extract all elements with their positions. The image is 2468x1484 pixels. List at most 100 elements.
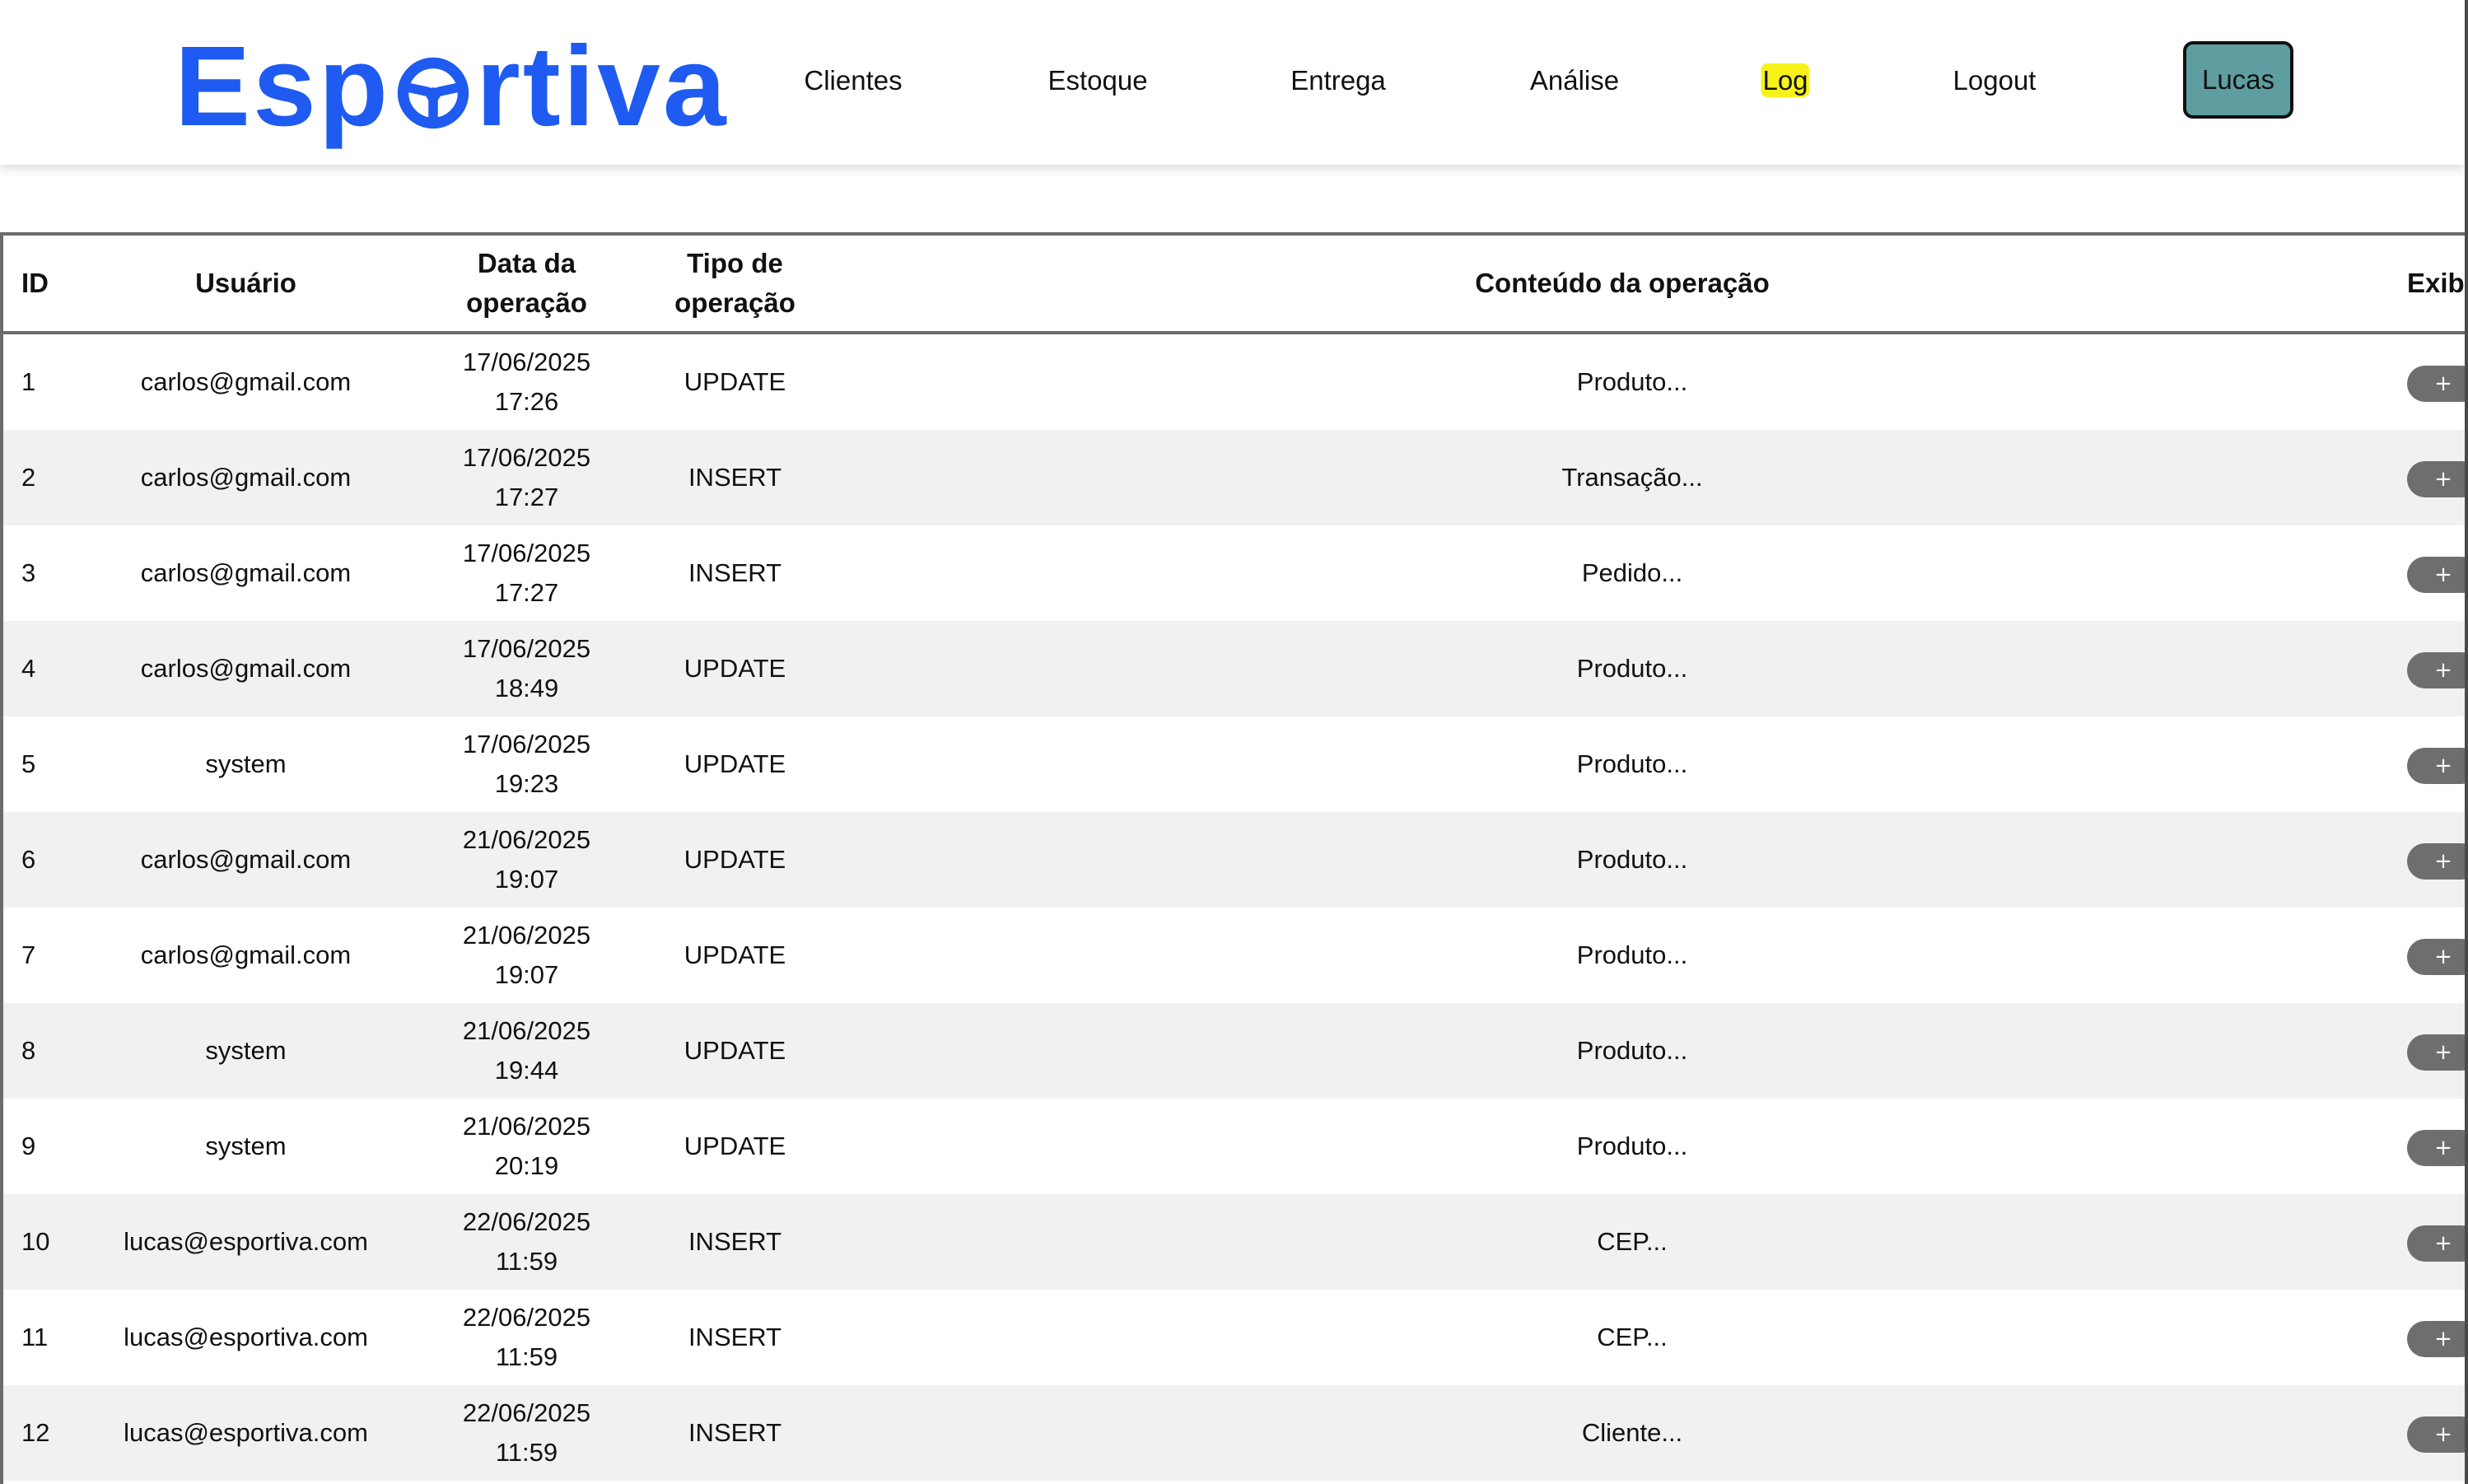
log-table-container: ID Usuário Data da operação Tipo de oper… <box>0 232 2465 1484</box>
row-user: carlos@gmail.com <box>71 812 421 908</box>
row-date-time: 19:44 <box>494 1056 559 1085</box>
row-content-preview: Produto... <box>1576 845 1688 874</box>
row-type: UPDATE <box>632 333 837 430</box>
header-date-label: Data da operação <box>466 248 587 318</box>
expand-row-button[interactable]: + <box>2407 938 2465 975</box>
nav-estoque[interactable]: Estoque <box>1047 61 1147 100</box>
header-date: Data da operação <box>421 236 632 334</box>
row-content-preview: Produto... <box>1576 367 1688 396</box>
row-date-time: 17:27 <box>494 483 559 511</box>
row-type: UPDATE <box>632 1003 837 1099</box>
row-content: Cliente... <box>837 1385 2407 1481</box>
brand-logo[interactable]: Esp rtiva <box>175 25 729 148</box>
expand-row-button[interactable]: + <box>2407 1416 2465 1453</box>
row-content: Produto... <box>837 1099 2407 1194</box>
row-content-preview: Produto... <box>1576 1132 1688 1160</box>
row-date-time: 20:19 <box>494 1151 559 1180</box>
expand-row-button[interactable]: + <box>2407 842 2465 880</box>
row-content: Produto... <box>837 716 2407 812</box>
header-content: Conteúdo da operação <box>837 236 2407 334</box>
row-show: + <box>2407 525 2465 621</box>
nav-logout[interactable]: Logout <box>1953 61 2036 100</box>
expand-row-button[interactable]: + <box>2407 1129 2465 1166</box>
table-row: 3 carlos@gmail.com 17/06/2025 17:27 INSERT Pe… <box>3 525 2465 621</box>
header-type-label: Tipo de operação <box>674 248 795 318</box>
row-date-day: 21/06/2025 <box>462 825 591 854</box>
table-row: 4 carlos@gmail.com 17/06/2025 18:49 UPDATE Pr… <box>3 621 2465 716</box>
row-date-time: 11:59 <box>495 1342 558 1371</box>
table-row: 9 system 21/06/2025 20:19 UPDATE Produto... + <box>3 1099 2465 1194</box>
row-date-day: 21/06/2025 <box>462 921 591 950</box>
row-content: Produto... <box>837 621 2407 716</box>
expand-row-button[interactable]: + <box>2407 747 2465 784</box>
expand-row-button[interactable]: + <box>2407 365 2465 402</box>
row-id: 5 <box>3 716 71 812</box>
row-show: + <box>2407 908 2465 1003</box>
nav-entrega[interactable]: Entrega <box>1290 61 1386 100</box>
nav-estoque-label: Estoque <box>1047 65 1148 96</box>
row-date-day: 17/06/2025 <box>462 634 591 663</box>
row-date-time: 18:49 <box>494 674 559 702</box>
nav-log[interactable]: Log <box>1761 61 1810 100</box>
row-date-time: 11:59 <box>495 1247 558 1276</box>
row-type: UPDATE <box>632 812 837 908</box>
row-id: 6 <box>3 812 71 908</box>
row-date-time: 11:59 <box>495 1438 558 1467</box>
row-content: Produto... <box>837 1003 2407 1099</box>
row-user: carlos@gmail.com <box>71 430 421 525</box>
expand-row-button[interactable]: + <box>2407 460 2465 497</box>
row-content-preview: Cliente... <box>1581 1418 1683 1447</box>
row-content-preview: Transação... <box>1561 463 1703 492</box>
row-show: + <box>2407 1290 2465 1385</box>
row-type: UPDATE <box>632 621 837 716</box>
row-date: 21/06/2025 19:07 <box>421 812 632 908</box>
row-user: system <box>71 1003 421 1099</box>
row-id: 12 <box>3 1385 71 1481</box>
row-id: 2 <box>3 430 71 525</box>
row-date: 17/06/2025 19:23 <box>421 716 632 812</box>
row-id: 10 <box>3 1194 71 1290</box>
row-content-preview: Produto... <box>1576 749 1688 778</box>
row-user: system <box>71 716 421 812</box>
user-menu-button[interactable]: Lucas <box>2183 41 2293 119</box>
page: Esp rtiva Clientes Estoque Entrega Anális… <box>0 0 2468 1484</box>
row-user: carlos@gmail.com <box>71 621 421 716</box>
expand-row-button[interactable]: + <box>2407 651 2465 688</box>
nav-clientes[interactable]: Clientes <box>804 61 902 100</box>
row-type: UPDATE <box>632 908 837 1003</box>
expand-row-button[interactable]: + <box>2407 556 2465 593</box>
row-date: 22/06/2025 11:59 <box>421 1290 632 1385</box>
row-user: lucas@esportiva.com <box>71 1385 421 1481</box>
row-date-day: 21/06/2025 <box>462 1112 591 1141</box>
row-content: Pedido... <box>837 525 2407 621</box>
window-edge <box>2465 0 2468 1484</box>
row-user: system <box>71 1099 421 1194</box>
nav-entrega-label: Entrega <box>1290 65 1386 96</box>
nav-analise[interactable]: Análise <box>1530 61 1619 100</box>
table-row: 1 carlos@gmail.com 17/06/2025 17:26 UPDATE Pr… <box>3 333 2465 430</box>
row-content-preview: Pedido... <box>1581 558 1683 587</box>
row-date-day: 21/06/2025 <box>462 1016 591 1045</box>
row-date: 17/06/2025 17:27 <box>421 525 632 621</box>
row-content-preview: CEP... <box>1597 1227 1668 1256</box>
row-user: lucas@esportiva.com <box>71 1194 421 1290</box>
table-row: 5 system 17/06/2025 19:23 UPDATE Produto... + <box>3 716 2465 812</box>
row-date: 21/06/2025 19:44 <box>421 1003 632 1099</box>
row-date: 22/06/2025 11:59 <box>421 1194 632 1290</box>
row-content-preview: Produto... <box>1576 940 1688 969</box>
row-show: + <box>2407 1385 2465 1481</box>
row-content: Produto... <box>837 908 2407 1003</box>
table-row: 11 lucas@esportiva.com 22/06/2025 11:59 INSE… <box>3 1290 2465 1385</box>
header-id: ID <box>3 236 71 334</box>
row-show: + <box>2407 812 2465 908</box>
row-date-time: 17:27 <box>494 578 559 607</box>
row-show: + <box>2407 1003 2465 1099</box>
table-row: 2 carlos@gmail.com 17/06/2025 17:27 INSERT Tr… <box>3 430 2465 525</box>
row-show: + <box>2407 1099 2465 1194</box>
expand-row-button[interactable]: + <box>2407 1034 2465 1071</box>
expand-row-button[interactable]: + <box>2407 1225 2465 1262</box>
row-show: + <box>2407 1194 2465 1290</box>
row-id: 4 <box>3 621 71 716</box>
expand-row-button[interactable]: + <box>2407 1320 2465 1357</box>
row-date-day: 17/06/2025 <box>462 443 591 472</box>
